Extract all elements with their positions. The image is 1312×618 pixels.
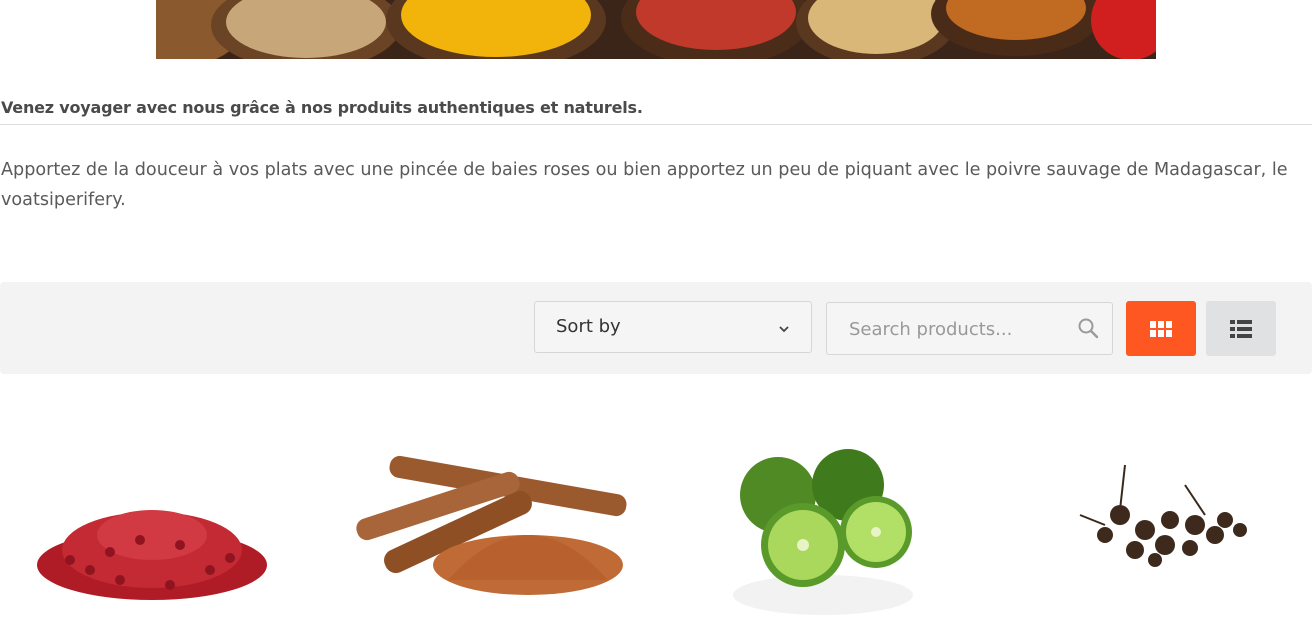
sort-dropdown[interactable]: Sort by: [534, 301, 812, 353]
tagline: Venez voyager avec nous grâce à nos prod…: [1, 98, 643, 117]
divider: [0, 124, 1312, 125]
search-box: [826, 302, 1113, 356]
search-icon[interactable]: [1076, 316, 1100, 340]
product-image-wild-pepper[interactable]: [1065, 420, 1255, 618]
spices-banner: [156, 0, 1156, 59]
sort-label: Sort by: [556, 316, 621, 337]
shop-toolbar: Sort by: [0, 282, 1312, 374]
product-image-pink-peppercorns[interactable]: [30, 420, 275, 618]
chevron-down-icon: [779, 326, 789, 333]
product-image-cinnamon[interactable]: [348, 420, 633, 618]
list-icon: [1230, 319, 1252, 338]
product-image-kaffir-lime[interactable]: [728, 420, 918, 618]
grid-view-button[interactable]: [1126, 301, 1196, 356]
grid-icon: [1150, 320, 1172, 337]
search-input[interactable]: [847, 303, 1071, 356]
intro-paragraph: Apportez de la douceur à vos plats avec …: [1, 160, 1288, 210]
list-view-button[interactable]: [1206, 301, 1276, 356]
